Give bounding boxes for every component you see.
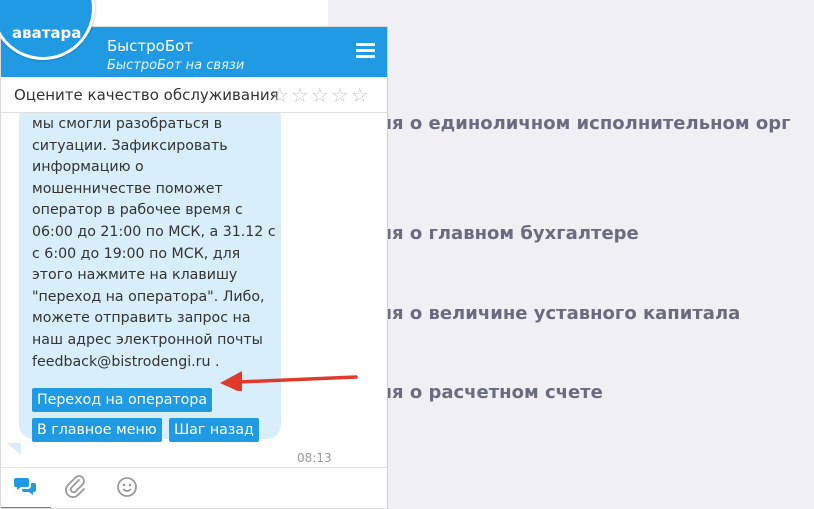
smiley-icon[interactable] [114, 474, 140, 500]
avatar: аватара [0, 0, 96, 60]
red-arrow-icon [220, 371, 358, 391]
bot-status: БыстроБот на связи [107, 58, 245, 73]
main-menu-button[interactable]: В главное меню [32, 418, 162, 442]
bubble-tail [7, 443, 21, 455]
section-heading-capital[interactable]: едения о величине уставного капитала [328, 303, 740, 324]
chat-footer [1, 467, 387, 508]
star-icon[interactable]: ☆ [271, 83, 291, 107]
operator-button[interactable]: Переход на оператора [32, 388, 213, 412]
rating-stars[interactable]: ☆☆☆☆☆ [271, 83, 371, 107]
bot-message-text: мы смогли разобраться в ситуации. Зафикс… [32, 116, 276, 370]
messages-area[interactable]: мы смогли разобраться в ситуации. Зафикс… [1, 113, 387, 463]
avatar-label: аватара [12, 24, 82, 42]
chat-widget: БыстроБот БыстроБот на связи Оцените кач… [0, 26, 388, 509]
section-heading-director[interactable]: едения о единоличном исполнительном орг [328, 113, 791, 134]
page-content-area: едения о единоличном исполнительном орг … [328, 0, 814, 509]
chat-bubbles-icon[interactable] [13, 474, 39, 500]
rating-label: Оцените качество обслуживания [14, 86, 279, 104]
star-icon[interactable]: ☆ [291, 83, 311, 107]
hamburger-menu-icon[interactable] [356, 43, 375, 59]
message-time: 08:13 [297, 451, 332, 463]
rating-bar: Оцените качество обслуживания ☆☆☆☆☆ [1, 77, 387, 113]
back-button[interactable]: Шаг назад [169, 418, 259, 442]
star-icon[interactable]: ☆ [351, 83, 371, 107]
star-icon[interactable]: ☆ [311, 83, 331, 107]
bot-name: БыстроБот [107, 37, 194, 55]
star-icon[interactable]: ☆ [331, 83, 351, 107]
paperclip-icon[interactable] [63, 474, 89, 500]
